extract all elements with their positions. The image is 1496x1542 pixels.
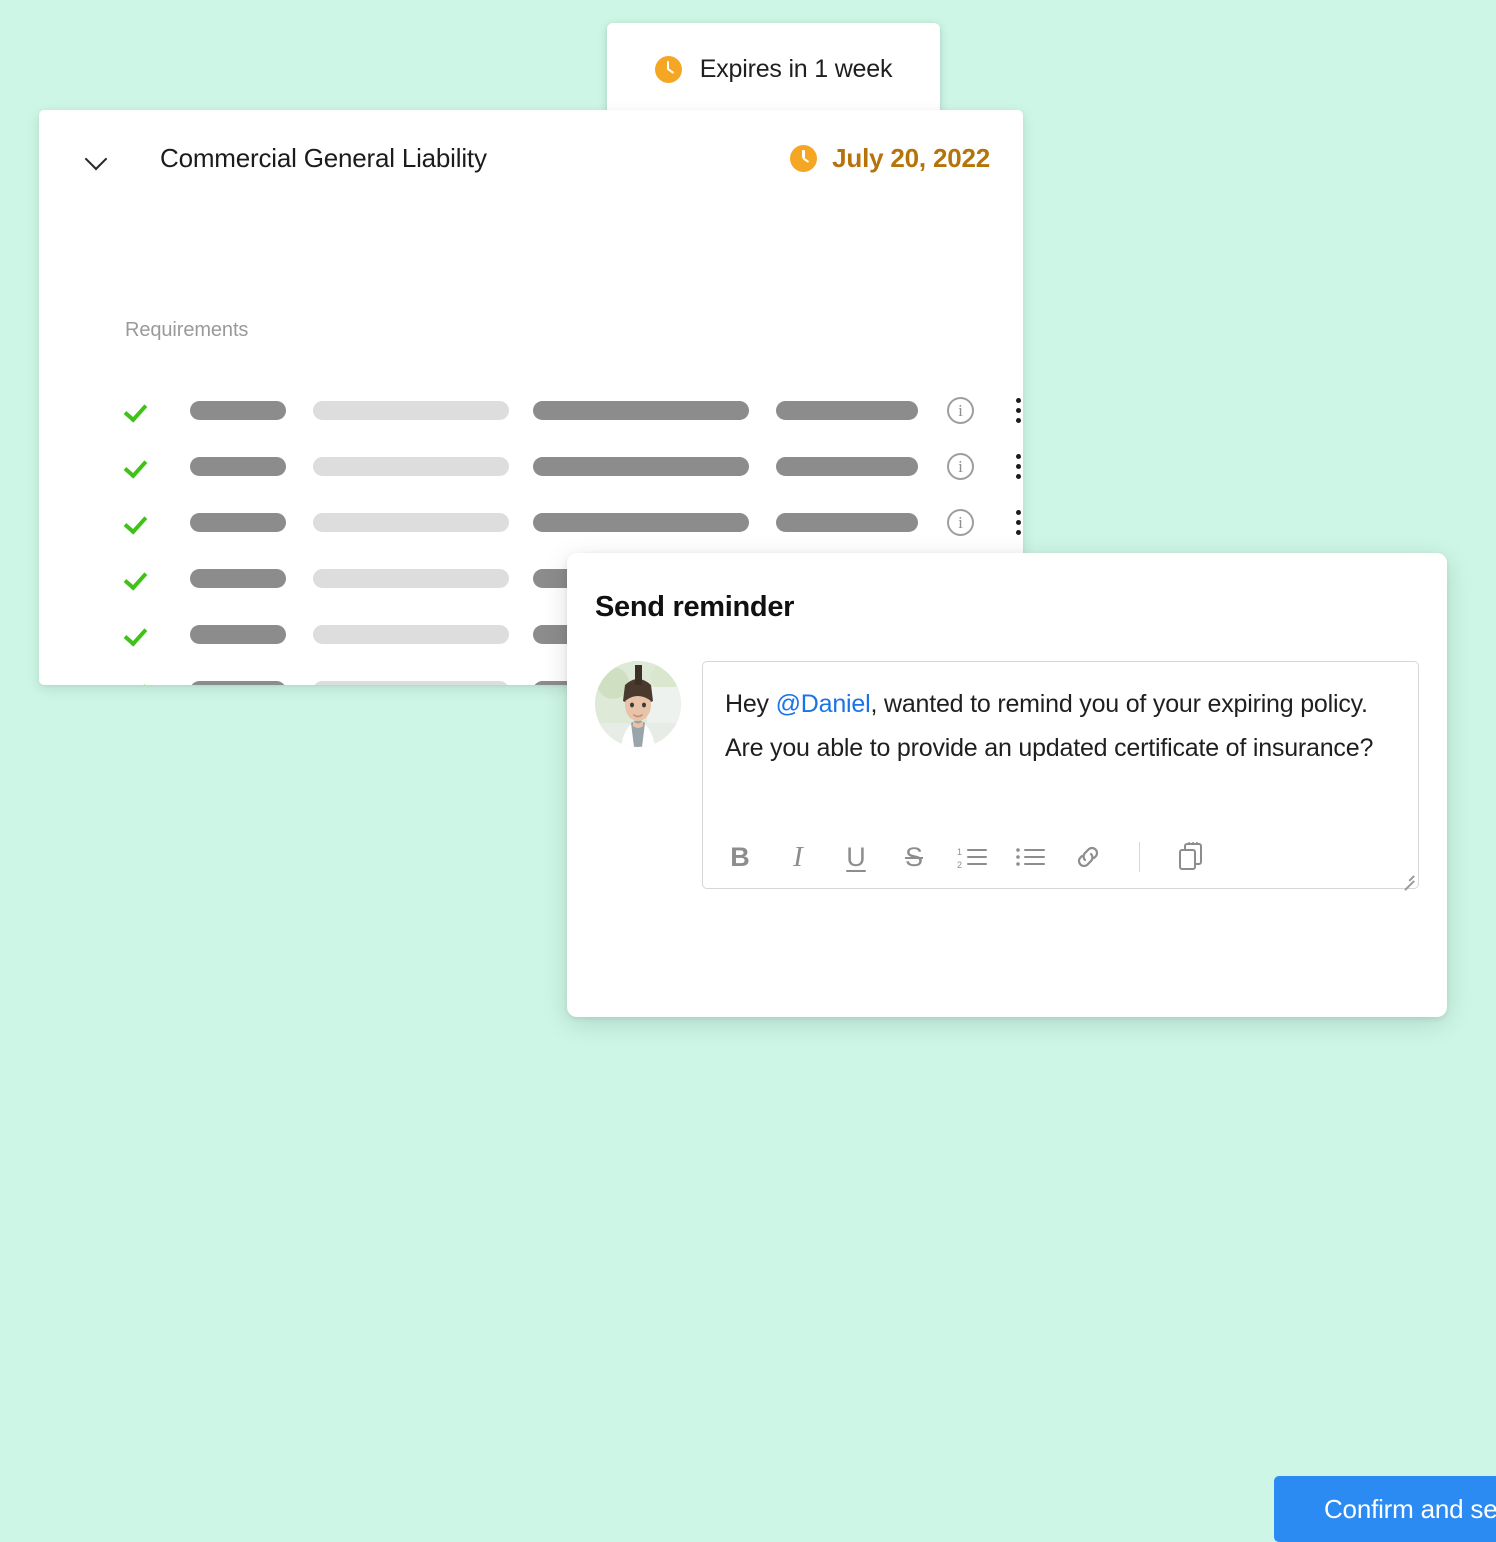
page-title: Commercial General Liability	[160, 142, 487, 173]
confirm-and-send-button[interactable]: Confirm and send	[1274, 1476, 1496, 1542]
toolbar-divider	[1139, 842, 1140, 872]
info-circle-icon[interactable]: i	[947, 396, 974, 424]
kebab-menu-icon[interactable]	[1005, 509, 1023, 535]
tooltip-text: Expires in 1 week	[699, 55, 893, 83]
italic-icon[interactable]: I	[781, 840, 815, 874]
bold-icon[interactable]: B	[723, 840, 757, 874]
message-prefix: Hey	[725, 690, 776, 718]
tooltip-content: Expires in 1 week	[654, 55, 893, 84]
template-clipboard-icon[interactable]	[1174, 840, 1208, 874]
row-field-1	[190, 624, 286, 644]
link-icon[interactable]	[1071, 840, 1105, 874]
check-icon	[125, 621, 151, 647]
expiry-date: July 20, 2022	[832, 142, 990, 173]
page-canvas: Expires in 1 week Commercial General Lia…	[0, 0, 1496, 1542]
row-field-2	[313, 680, 509, 685]
table-row[interactable]: i	[39, 382, 1023, 438]
numbered-list-icon[interactable]: 1 2	[955, 840, 989, 874]
row-field-2	[313, 400, 509, 420]
row-field-1	[190, 568, 286, 588]
row-field-2	[313, 568, 509, 588]
kebab-menu-icon[interactable]	[1005, 453, 1023, 479]
check-icon	[125, 677, 151, 685]
strikethrough-icon[interactable]: S	[897, 840, 931, 874]
row-field-1	[190, 456, 286, 476]
message-text[interactable]: Hey @Daniel, wanted to remind you of you…	[703, 662, 1418, 780]
expiry-badge: July 20, 2022	[790, 143, 990, 174]
clock-icon	[654, 56, 682, 83]
info-circle-icon[interactable]: i	[947, 508, 974, 536]
svg-text:1: 1	[957, 847, 962, 857]
check-icon	[125, 565, 151, 591]
message-editor[interactable]: Hey @Daniel, wanted to remind you of you…	[702, 661, 1419, 889]
send-reminder-dialog: Send reminder Hey @Daniel, wanted to rem…	[567, 553, 1496, 1542]
bulleted-list-icon[interactable]	[1013, 840, 1047, 874]
svg-text:2: 2	[957, 860, 962, 870]
check-icon	[125, 397, 151, 423]
row-field-2	[313, 624, 509, 644]
kebab-menu-icon[interactable]	[1005, 397, 1023, 423]
row-field-4	[776, 512, 918, 532]
dialog-title: Send reminder	[595, 591, 795, 623]
expiry-tooltip: Expires in 1 week	[607, 23, 940, 116]
chevron-down-icon[interactable]	[84, 145, 110, 171]
row-field-4	[776, 400, 918, 420]
requirements-label: Requirements	[125, 319, 249, 341]
check-icon	[125, 453, 151, 479]
info-circle-icon[interactable]: i	[947, 452, 974, 480]
row-field-1	[190, 400, 286, 420]
underline-icon[interactable]: U	[839, 840, 873, 874]
clock-icon	[790, 144, 818, 172]
table-row[interactable]: i	[39, 438, 1023, 494]
row-field-1	[190, 680, 286, 685]
row-field-1	[190, 512, 286, 532]
mention-daniel[interactable]: @Daniel	[776, 690, 871, 718]
table-row[interactable]: i	[39, 494, 1023, 550]
row-field-4	[776, 456, 918, 476]
row-field-3	[533, 512, 749, 532]
row-field-3	[533, 400, 749, 420]
compose-area: Hey @Daniel, wanted to remind you of you…	[595, 661, 1419, 889]
row-field-3	[533, 456, 749, 476]
editor-resize-handle[interactable]	[1400, 870, 1414, 884]
row-field-2	[313, 456, 509, 476]
formatting-toolbar: B I U S 1 2	[703, 826, 1418, 888]
policy-card-header: Commercial General Liability July 20, 20…	[39, 110, 1023, 206]
check-icon	[125, 509, 151, 535]
row-field-2	[313, 512, 509, 532]
avatar	[595, 661, 681, 747]
